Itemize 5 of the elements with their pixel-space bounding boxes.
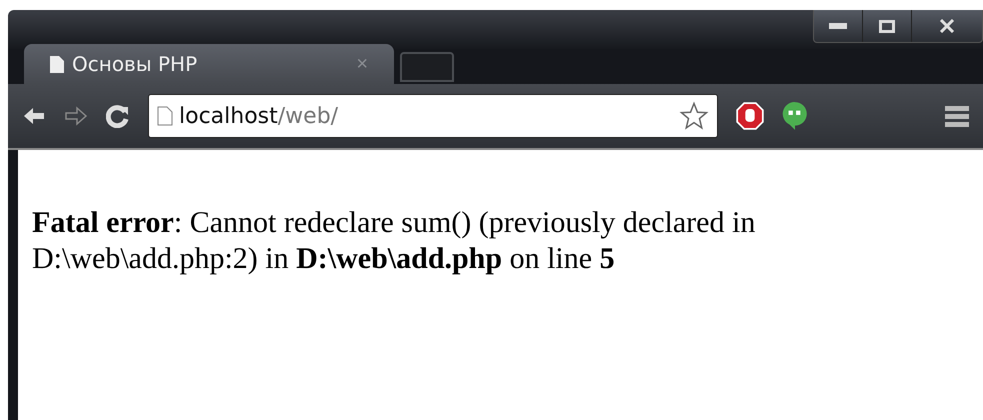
error-message: Fatal error: Cannot redeclare sum() (previously declared in D:\web\add.php:2) in D:\web\add.php on line 5: [32, 205, 756, 277]
tab-title: Основы PHP: [72, 52, 198, 76]
address-bar[interactable]: localhost/web/: [148, 94, 718, 138]
url-text: localhost/web/: [179, 104, 340, 128]
browser-tab[interactable]: Основы PHP ×: [24, 44, 394, 84]
